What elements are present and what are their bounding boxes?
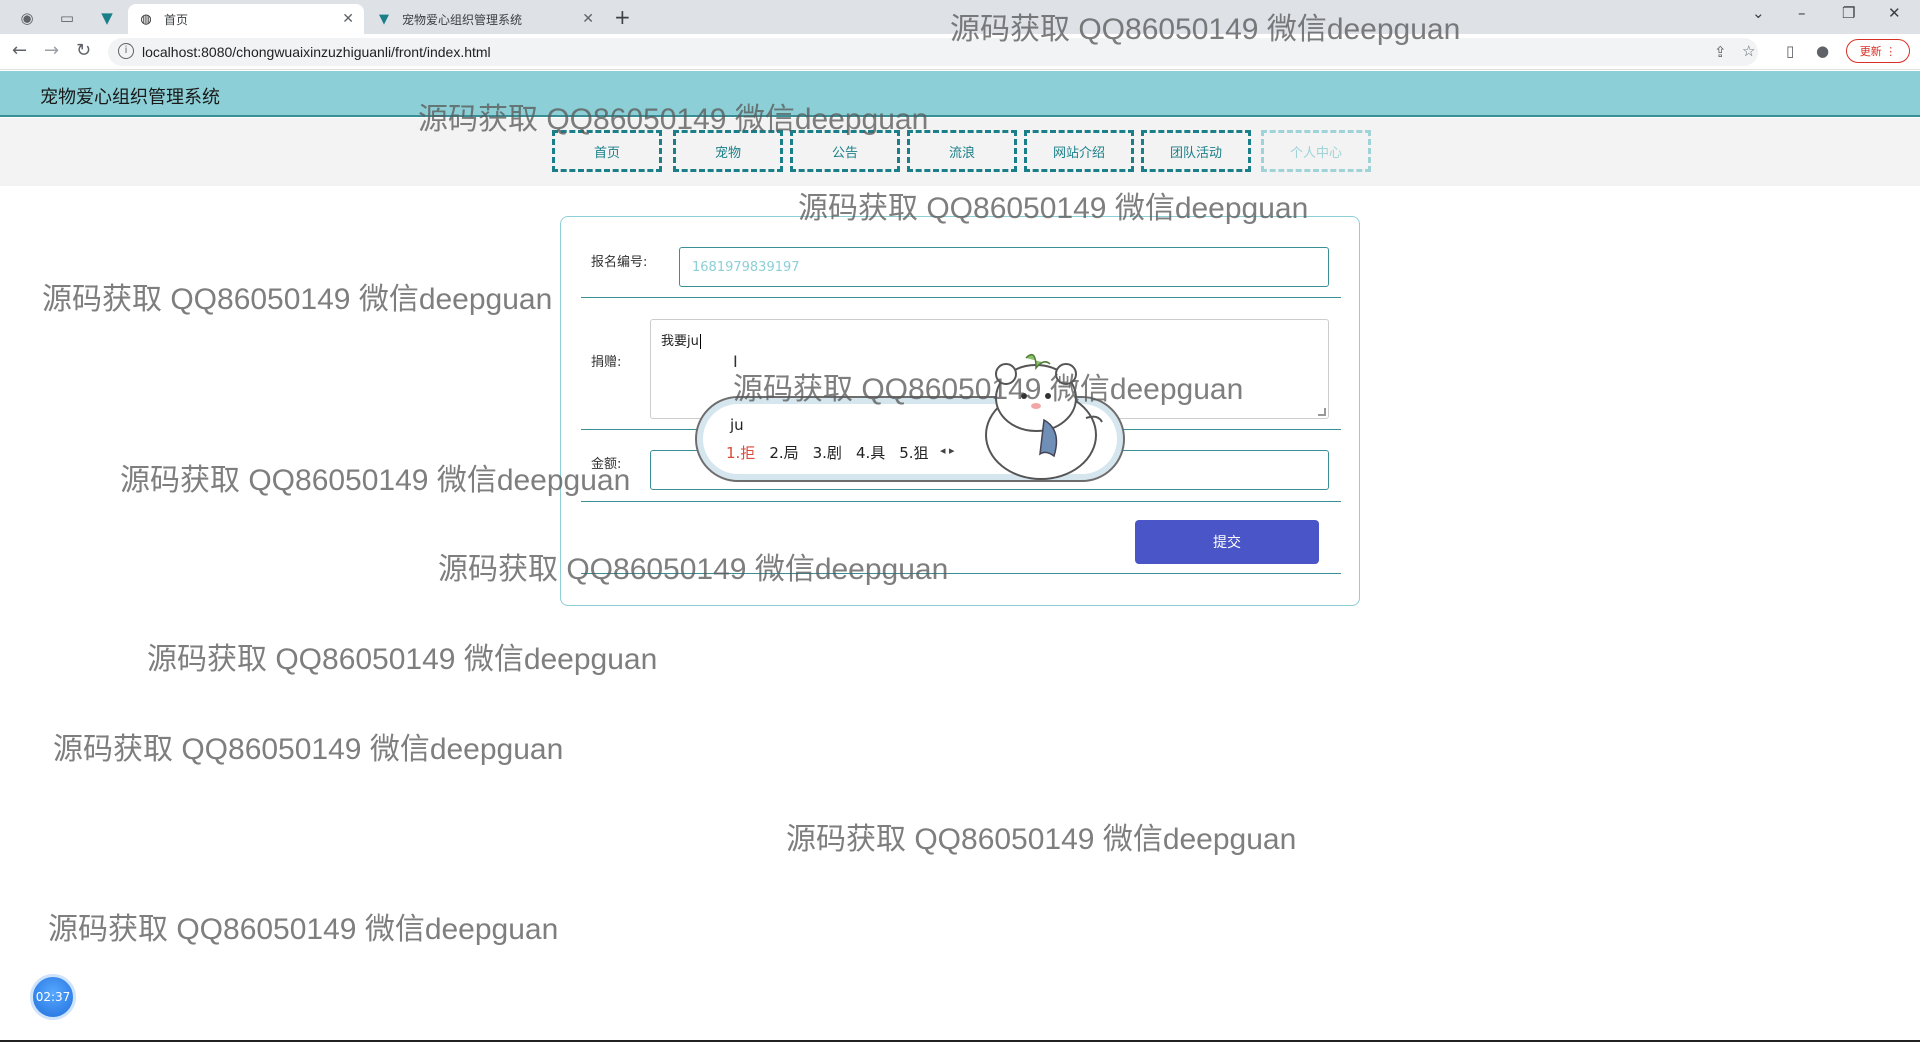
close-icon[interactable]: ✕ [342, 11, 354, 27]
vue-icon: ▼ [379, 11, 389, 27]
pinned-tab-globe-icon[interactable]: ◉ [12, 6, 42, 30]
donate-label: 捐赠: [591, 355, 622, 370]
watermark: 源码获取 QQ86050149 微信deepguan [418, 103, 929, 136]
restore-button[interactable]: ❐ [1842, 4, 1855, 22]
ime-candidate[interactable]: 3.剧 [813, 442, 842, 463]
ime-candidate[interactable]: 4.具 [856, 442, 885, 463]
divider [581, 297, 1341, 298]
ime-candidate[interactable]: 5.狙 [899, 442, 928, 463]
share-icon[interactable]: ⇪ [1714, 43, 1727, 61]
forward-icon[interactable]: → [44, 40, 59, 61]
ime-candidate-window: ju 1.拒 2.局 3.剧 4.具 5.狙 ◂ ▸ [690, 353, 1136, 486]
tab-home-title: 首页 [164, 12, 189, 27]
nav-team-activity[interactable]: 团队活动 [1141, 130, 1251, 172]
update-label: 更新 [1859, 45, 1882, 58]
sidepanel-icon[interactable]: ▯ [1786, 42, 1794, 60]
close-window-button[interactable]: ✕ [1888, 4, 1901, 22]
divider [581, 501, 1341, 502]
tab-search-icon[interactable]: ⌄ [1752, 4, 1765, 22]
watermark: 源码获取 QQ86050149 微信deepguan [42, 283, 553, 316]
registration-value: 1681979839197 [692, 259, 800, 275]
resize-handle[interactable] [1318, 408, 1326, 416]
pinned-tab-vue-icon[interactable]: ▼ [92, 6, 122, 30]
back-icon[interactable]: ← [12, 40, 27, 61]
ime-page-arrows-icon[interactable]: ◂ ▸ [940, 444, 955, 457]
site-nav: 首页 宠物 公告 流浪 网站介绍 团队活动 个人中心 [0, 118, 1920, 186]
ime-candidate[interactable]: 1.拒 [726, 442, 755, 463]
watermark: 源码获取 QQ86050149 微信deepguan [798, 192, 1309, 225]
tab-system[interactable]: ▼ 宠物爱心组织管理系统 ✕ [366, 4, 604, 34]
submit-button[interactable]: 提交 [1135, 520, 1319, 564]
watermark: 源码获取 QQ86050149 微信deepguan [120, 464, 631, 497]
registration-label: 报名编号: [591, 255, 648, 270]
watermark: 源码获取 QQ86050149 微信deepguan [53, 733, 564, 766]
close-icon[interactable]: ✕ [582, 11, 594, 27]
pinned-tab-page-icon[interactable]: ▭ [52, 6, 82, 30]
tab-system-title: 宠物爱心组织管理系统 [402, 12, 523, 27]
watermark: 源码获取 QQ86050149 微信deepguan [147, 643, 658, 676]
ime-candidates: 1.拒 2.局 3.剧 4.具 5.狙 [726, 442, 929, 463]
star-icon[interactable]: ☆ [1742, 42, 1755, 60]
info-icon[interactable]: i [118, 43, 134, 59]
recording-timer[interactable]: 02:37 [30, 974, 76, 1020]
tab-home[interactable]: ◍ 首页 ✕ [128, 4, 364, 34]
minimize-button[interactable]: – [1798, 4, 1806, 22]
watermark: 源码获取 QQ86050149 微信deepguan [786, 823, 1297, 856]
new-tab-button[interactable]: + [614, 5, 631, 29]
profile-icon[interactable]: ● [1816, 42, 1829, 60]
site-title: 宠物爱心组织管理系统 [40, 87, 220, 108]
reload-icon[interactable]: ↻ [76, 40, 91, 61]
watermark: 源码获取 QQ86050149 微信deepguan [733, 373, 1244, 406]
update-button[interactable]: 更新 ⋮ [1846, 39, 1910, 63]
ime-typed-text: ju [730, 416, 744, 434]
watermark: 源码获取 QQ86050149 微信deepguan [48, 913, 559, 946]
globe-icon: ◍ [140, 11, 152, 27]
donate-value: 我要ju [661, 334, 699, 349]
nav-about[interactable]: 网站介绍 [1024, 130, 1134, 172]
address-bar[interactable]: i localhost:8080/chongwuaixinzuzhiguanli… [108, 38, 1758, 66]
site-header: 宠物爱心组织管理系统 [0, 71, 1920, 117]
url-text: localhost:8080/chongwuaixinzuzhiguanli/f… [142, 44, 491, 60]
registration-number-input[interactable]: 1681979839197 [679, 247, 1329, 287]
watermark: 源码获取 QQ86050149 微信deepguan [438, 553, 949, 586]
watermark: 源码获取 QQ86050149 微信deepguan [950, 13, 1461, 46]
ime-candidate[interactable]: 2.局 [769, 442, 798, 463]
nav-personal-center[interactable]: 个人中心 [1261, 130, 1371, 172]
